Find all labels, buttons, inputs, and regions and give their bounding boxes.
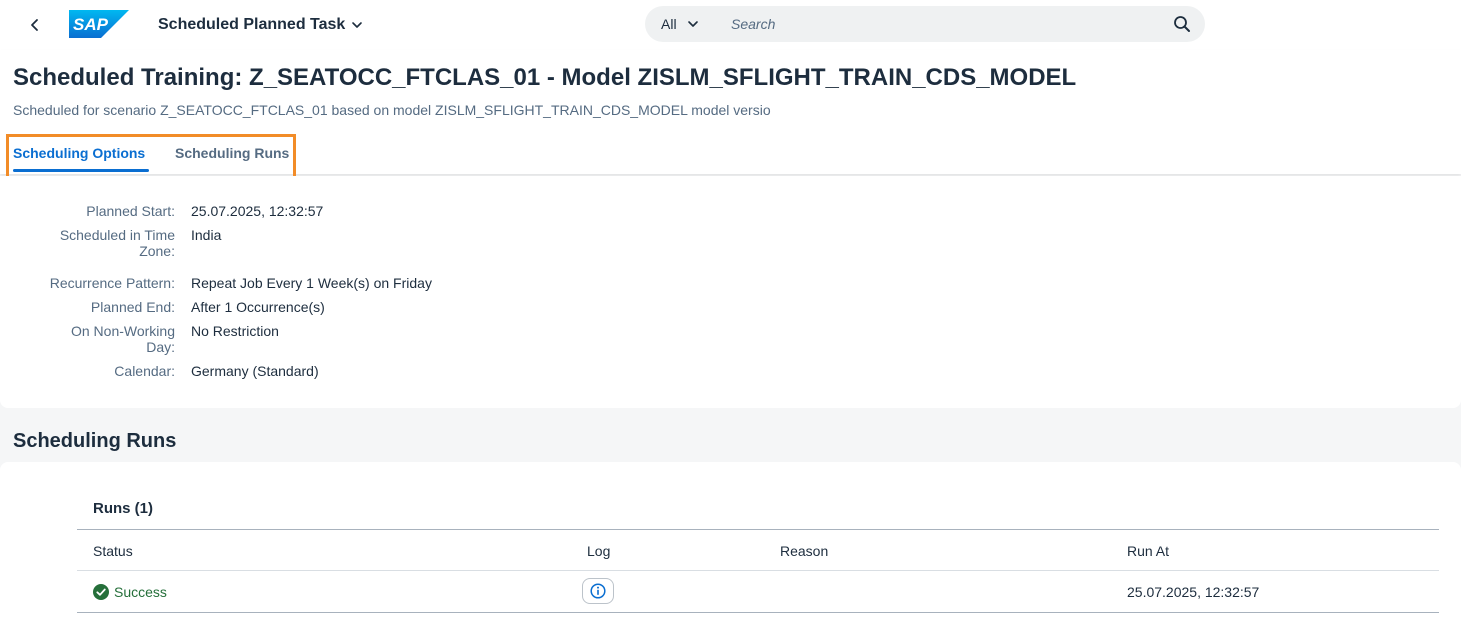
- back-button[interactable]: [22, 12, 48, 38]
- planned-end-label: Planned End:: [90, 299, 175, 315]
- planned-start-value: 25.07.2025, 12:32:57: [191, 203, 324, 219]
- non-working-day-label-line1: On Non-Working: [70, 323, 175, 339]
- object-page-header: Scheduled Training: Z_SEATOCC_FTCLAS_01 …: [0, 50, 1461, 174]
- status-text: Success: [114, 584, 167, 600]
- app-title: Scheduled Planned Task: [158, 16, 346, 33]
- sap-logo[interactable]: SAP: [69, 10, 129, 38]
- search-input[interactable]: [731, 16, 1151, 32]
- table-header-divider: [77, 570, 1439, 571]
- non-working-day-label: On Non-Working Day:: [40, 323, 175, 355]
- time-zone-value: India: [191, 227, 222, 243]
- shell-bar: SAP Scheduled Planned Task All: [0, 0, 1461, 50]
- info-icon: [590, 583, 606, 599]
- time-zone-label-line2: Zone:: [139, 243, 175, 259]
- run-at-cell: 25.07.2025, 12:32:57: [1127, 584, 1260, 600]
- success-check-icon: [93, 584, 109, 600]
- non-working-day-label-line2: Day:: [146, 339, 175, 355]
- column-header-log[interactable]: Log: [587, 543, 610, 559]
- recurrence-label: Recurrence Pattern:: [49, 275, 175, 291]
- scheduling-runs-section: Runs (1) Status Log Reason Run At Succes…: [0, 462, 1461, 627]
- table-bottom-divider: [77, 612, 1439, 613]
- tab-bar: Scheduling Options Scheduling Runs: [0, 132, 600, 174]
- calendar-label: Calendar:: [114, 363, 175, 379]
- search-scope-select[interactable]: All: [645, 16, 727, 32]
- page-subtitle: Scheduled for scenario Z_SEATOCC_FTCLAS_…: [13, 102, 771, 118]
- page-title: Scheduled Training: Z_SEATOCC_FTCLAS_01 …: [13, 64, 1077, 91]
- runs-table-title: Runs (1): [93, 500, 153, 517]
- time-zone-label-line1: Scheduled in Time: [59, 227, 175, 243]
- app-title-menu[interactable]: Scheduled Planned Task: [158, 14, 363, 36]
- search-button[interactable]: [1173, 15, 1191, 33]
- planned-start-label: Planned Start:: [86, 203, 175, 219]
- search-icon: [1174, 16, 1190, 32]
- status-cell: Success: [93, 584, 167, 600]
- recurrence-value: Repeat Job Every 1 Week(s) on Friday: [191, 275, 432, 291]
- calendar-value: Germany (Standard): [191, 363, 319, 379]
- back-arrow-icon: [31, 19, 38, 31]
- non-working-day-value: No Restriction: [191, 323, 279, 339]
- search-box: All: [645, 6, 1205, 42]
- column-header-run-at[interactable]: Run At: [1127, 543, 1169, 559]
- section-heading-scheduling-runs: Scheduling Runs: [13, 430, 177, 452]
- sap-logo-text: SAP: [73, 15, 109, 34]
- tab-scheduling-runs[interactable]: Scheduling Runs: [175, 132, 289, 174]
- chevron-down-icon: [687, 21, 698, 27]
- column-header-reason[interactable]: Reason: [780, 543, 828, 559]
- table-divider: [77, 529, 1439, 530]
- planned-end-value: After 1 Occurrence(s): [191, 299, 325, 315]
- scheduling-options-section: Planned Start: 25.07.2025, 12:32:57 Sche…: [0, 176, 1461, 408]
- chevron-down-icon: [352, 22, 363, 28]
- search-scope-label: All: [661, 16, 677, 32]
- time-zone-label: Scheduled in Time Zone:: [40, 227, 175, 259]
- column-header-status[interactable]: Status: [93, 543, 133, 559]
- log-button[interactable]: [582, 578, 614, 604]
- tab-scheduling-options[interactable]: Scheduling Options: [13, 132, 150, 174]
